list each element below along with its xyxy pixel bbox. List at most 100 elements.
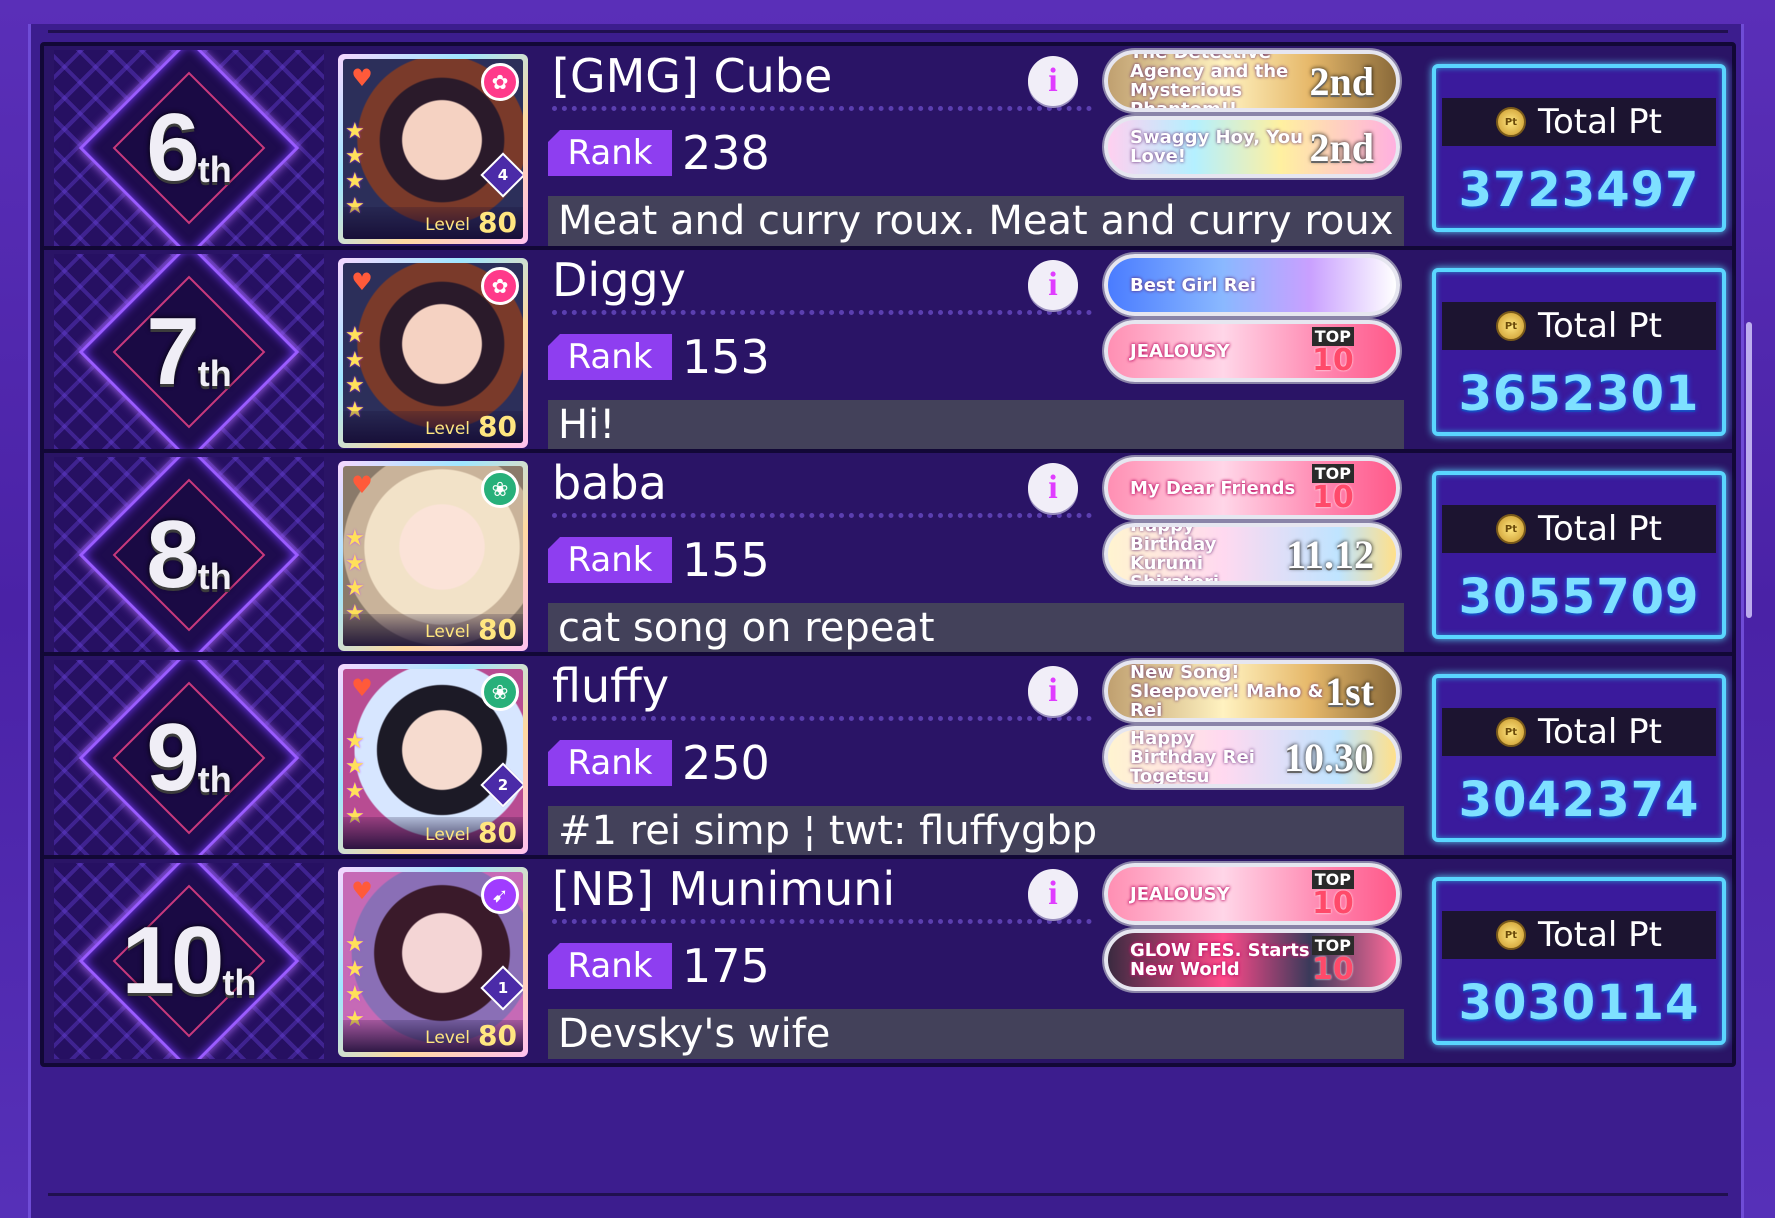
title-top-rank: TOP 10 xyxy=(1311,463,1396,515)
leader-card[interactable]: ♥ ✿ ★ ★ ★ ★ 4 Level 80 xyxy=(338,54,528,244)
scrollbar[interactable] xyxy=(1746,322,1752,618)
rarity-stars: ★ ★ ★ ★ xyxy=(345,119,365,219)
star-icon: ★ xyxy=(345,754,365,779)
info-icon[interactable]: i xyxy=(1028,666,1078,716)
training-level: 1 xyxy=(497,979,509,997)
title-badge[interactable]: Happy Birthday Rei Togetsu 10.30 xyxy=(1104,726,1400,788)
star-icon: ★ xyxy=(345,119,365,144)
star-icon: ★ xyxy=(345,729,365,754)
training-level: 2 xyxy=(497,776,509,794)
placement: 7 th xyxy=(54,254,324,450)
placement: 10 th xyxy=(54,863,324,1059)
placement: 6 th xyxy=(54,50,324,246)
title-text: Swaggy Hoy, You Love! xyxy=(1130,127,1303,167)
player-rank: 153 xyxy=(682,330,770,384)
player-name: [GMG] Cube xyxy=(552,49,833,103)
leader-card[interactable]: ♥ ✿ ★ ★ ★ ★ Level 80 xyxy=(338,258,528,448)
event-point-coin-icon: Pt xyxy=(1495,514,1526,544)
title-badge[interactable]: Best Girl Rei xyxy=(1104,254,1400,316)
placement-suffix: th xyxy=(197,353,232,394)
rank-badge: Rank xyxy=(548,537,672,583)
title-text: Happy Birthday Rei Togetsu xyxy=(1130,727,1255,787)
level-label: Level xyxy=(425,215,471,235)
player-rank: 238 xyxy=(682,126,770,180)
player-name: [NB] Munimuni xyxy=(552,862,896,916)
level-value: 80 xyxy=(478,816,517,849)
title-text: My Dear Friends xyxy=(1130,477,1296,499)
rarity-stars: ★ ★ ★ ★ xyxy=(345,729,365,829)
title-badge[interactable]: The Detective Agency and the Mysterious … xyxy=(1104,50,1400,112)
title-badge[interactable]: Happy Birthday Kurumi Shiratori 11.12 xyxy=(1104,523,1400,585)
title-badge[interactable]: Swaggy Hoy, You Love! 2nd xyxy=(1104,116,1400,178)
total-points-label: Total Pt xyxy=(1537,102,1663,142)
attribute-icon: ➹ xyxy=(481,876,519,914)
info-icon[interactable]: i xyxy=(1028,56,1078,106)
placement-number: 9 xyxy=(146,704,199,811)
title-badge[interactable]: GLOW FES. Starts New World TOP 10 xyxy=(1104,929,1400,991)
placement-panel: 9 th xyxy=(54,660,324,856)
title-top-rank: TOP 10 xyxy=(1311,869,1396,919)
attribute-icon: ✿ xyxy=(481,63,519,101)
player-rank: 250 xyxy=(682,736,770,790)
card-art: ♥ ➹ ★ ★ ★ ★ 1 Level 80 xyxy=(343,872,523,1052)
title-rank: 1st xyxy=(1325,668,1374,714)
top-divider xyxy=(48,30,1728,33)
title-text: Happy Birthday Kurumi Shiratori xyxy=(1130,523,1219,585)
title-badge[interactable]: My Dear Friends TOP 10 xyxy=(1104,457,1400,519)
leader-card[interactable]: ♥ ❀ ★ ★ ★ ★ Level 80 xyxy=(338,461,528,651)
total-points-panel: Pt Total Pt 3652301 xyxy=(1432,268,1726,436)
dotted-divider xyxy=(552,310,1092,315)
info-icon[interactable]: i xyxy=(1028,869,1078,919)
leader-card[interactable]: ♥ ❀ ★ ★ ★ ★ 2 Level 80 xyxy=(338,664,528,854)
info-icon[interactable]: i xyxy=(1028,260,1078,310)
ranking-row[interactable]: 9 th ♥ ❀ ★ ★ ★ ★ 2 Level 80 xyxy=(40,652,1736,864)
card-art: ♥ ✿ ★ ★ ★ ★ Level 80 xyxy=(343,263,523,443)
ranking-row[interactable]: 7 th ♥ ✿ ★ ★ ★ ★ Level 80 Diggy xyxy=(40,246,1736,458)
total-points-value: 3042374 xyxy=(1458,772,1700,828)
rank-badge: Rank xyxy=(548,130,672,176)
player-name: Diggy xyxy=(552,253,686,307)
rank-badge: Rank xyxy=(548,334,672,380)
title-rank: 2nd xyxy=(1309,58,1375,104)
attribute-icon: ✿ xyxy=(481,267,519,305)
title-rank: 11.12 xyxy=(1286,531,1374,577)
rarity-stars: ★ ★ ★ ★ xyxy=(345,932,365,1032)
title-rank: 10.30 xyxy=(1284,734,1374,780)
placement-panel: 6 th xyxy=(54,50,324,246)
total-points-panel: Pt Total Pt 3055709 xyxy=(1432,471,1726,639)
star-icon: ★ xyxy=(345,576,365,601)
bottom-divider xyxy=(48,1193,1728,1196)
level-label: Level xyxy=(425,419,471,439)
leader-card[interactable]: ♥ ➹ ★ ★ ★ ★ 1 Level 80 xyxy=(338,867,528,1057)
total-points-header: Pt Total Pt xyxy=(1442,98,1716,146)
title-top-value: 10 xyxy=(1312,479,1354,515)
star-icon: ★ xyxy=(345,373,365,398)
star-icon: ★ xyxy=(345,779,365,804)
attribute-icon: ❀ xyxy=(481,470,519,508)
total-points-label: Total Pt xyxy=(1537,712,1663,752)
star-icon: ★ xyxy=(345,348,365,373)
placement-number: 10 xyxy=(121,907,225,1014)
rank-badge: Rank xyxy=(548,740,672,786)
total-points-panel: Pt Total Pt 3042374 xyxy=(1432,674,1726,842)
title-text: The Detective Agency and the Mysterious … xyxy=(1130,50,1289,112)
player-comment: Devsky's wife xyxy=(548,1009,1404,1059)
star-icon: ★ xyxy=(345,982,365,1007)
total-points-header: Pt Total Pt xyxy=(1442,708,1716,756)
total-points-value: 3030114 xyxy=(1458,975,1700,1031)
info-icon[interactable]: i xyxy=(1028,463,1078,513)
rarity-stars: ★ ★ ★ ★ xyxy=(345,526,365,626)
title-text: New Song! Sleepover! Maho & Rei xyxy=(1130,661,1324,721)
player-name: baba xyxy=(552,456,667,510)
ranking-row[interactable]: 8 th ♥ ❀ ★ ★ ★ ★ Level 80 baba xyxy=(40,449,1736,661)
event-point-coin-icon: Pt xyxy=(1495,311,1526,341)
title-badge[interactable]: JEALOUSY TOP 10 xyxy=(1104,863,1400,925)
title-badge[interactable]: New Song! Sleepover! Maho & Rei 1st xyxy=(1104,660,1400,722)
title-text: Best Girl Rei xyxy=(1130,274,1257,296)
placement-suffix: th xyxy=(222,962,257,1003)
title-badge[interactable]: JEALOUSY TOP 10 xyxy=(1104,320,1400,382)
placement-number: 8 xyxy=(146,501,199,608)
total-points-panel: Pt Total Pt 3030114 xyxy=(1432,877,1726,1045)
ranking-row[interactable]: 10 th ♥ ➹ ★ ★ ★ ★ 1 Level 80 xyxy=(40,855,1736,1067)
ranking-row[interactable]: 6 th ♥ ✿ ★ ★ ★ ★ 4 Level 80 xyxy=(40,42,1736,254)
